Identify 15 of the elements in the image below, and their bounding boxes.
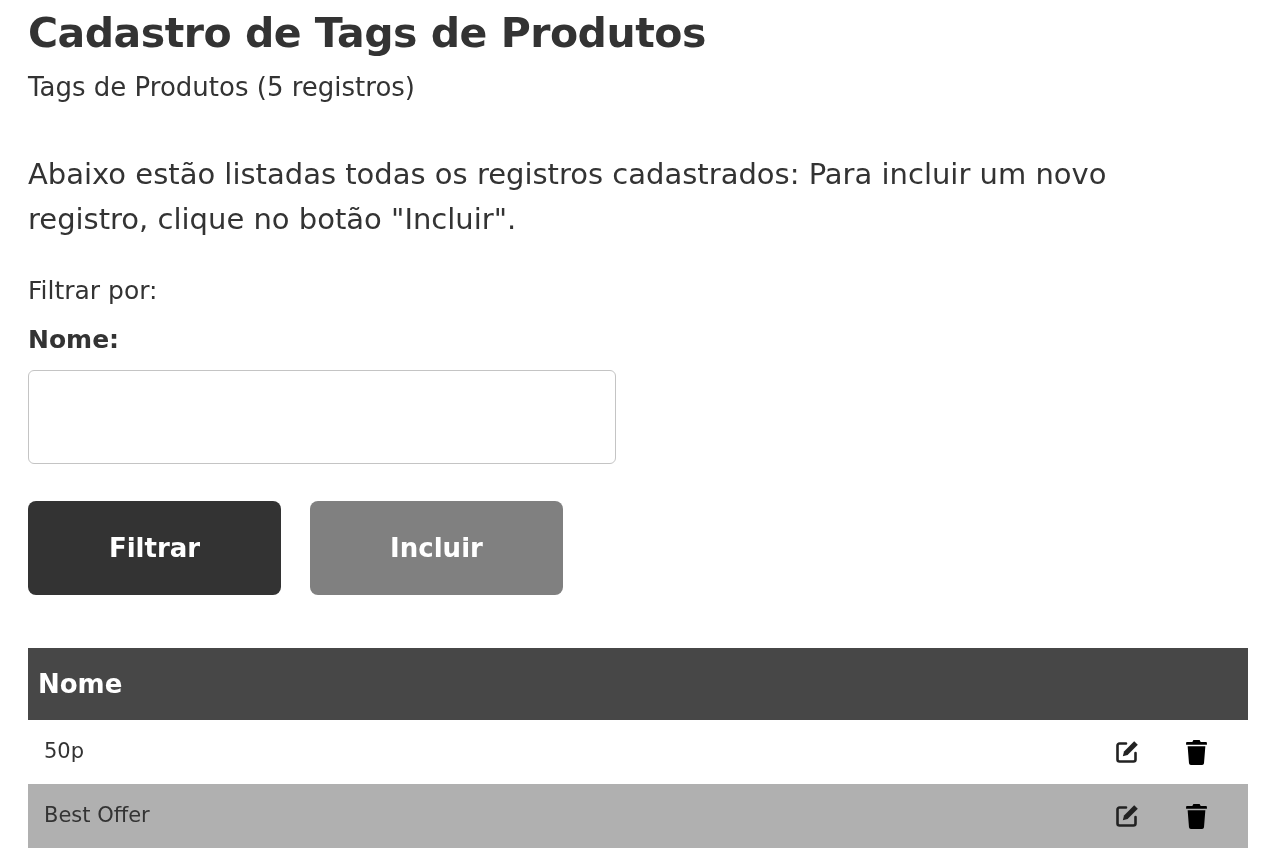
page-title: Cadastro de Tags de Produtos xyxy=(28,8,707,58)
table-cell: Best Offer xyxy=(28,784,1084,848)
field-label: Nome: xyxy=(28,324,121,356)
trash-icon[interactable] xyxy=(1185,739,1207,765)
edit-icon[interactable] xyxy=(1115,804,1139,829)
filter-button[interactable]: Filtrar xyxy=(28,501,281,595)
trash-icon[interactable] xyxy=(1185,803,1207,829)
edit-icon[interactable] xyxy=(1115,740,1139,765)
column-header: Nome xyxy=(28,648,1084,720)
page-subtitle: Tags de Produtos (5 registros) xyxy=(28,71,416,104)
add-button[interactable]: Incluir xyxy=(310,501,563,595)
table-cell: 50p xyxy=(28,720,1084,784)
filter-heading: Filtrar por: xyxy=(28,275,159,307)
name-input-field[interactable] xyxy=(28,370,616,464)
description-text: Abaixo estão listadas todas os registros cadastrados: Para incluir um novo registro, clique no botão "Incluir". xyxy=(28,156,1108,238)
